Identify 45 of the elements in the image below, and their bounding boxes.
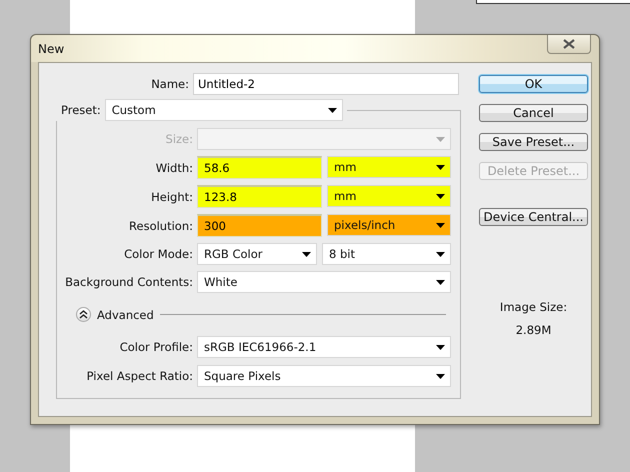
field-label: Name: (150, 77, 189, 91)
field-label: Color Profile: (118, 340, 193, 354)
mode-dropdown[interactable]: RGB Color (197, 243, 317, 265)
caret-icon (436, 194, 445, 198)
caret-icon (436, 344, 445, 350)
chevron-icon (79, 310, 88, 319)
field-label: Size: (164, 132, 193, 146)
caret-icon (436, 252, 445, 256)
caret-icon (436, 280, 445, 284)
close-icon (563, 39, 575, 49)
caret-icon (328, 108, 337, 112)
preset-dropdown[interactable]: Custom (104, 99, 343, 121)
dialog-button[interactable]: Device Central... (479, 208, 588, 226)
caret-icon (436, 164, 445, 170)
field-label: Resolution: (128, 218, 193, 232)
section-label: Advanced (97, 308, 154, 322)
field-label: Pixel Aspect Ratio: (86, 369, 193, 383)
advanced-toggle[interactable] (76, 307, 91, 322)
caret-icon (436, 136, 445, 142)
unit-dropdown[interactable]: mm (327, 156, 451, 178)
field-label: Width: (154, 160, 193, 174)
dropdown[interactable]: Square Pixels (197, 365, 451, 387)
value-field[interactable]: 123.8 (197, 185, 322, 208)
field-label: Color Mode: (123, 247, 193, 261)
field-label: Background Contents: (64, 275, 193, 289)
unit-dropdown[interactable]: pixels/inch (327, 214, 451, 236)
dropdown[interactable]: White (197, 271, 451, 293)
image-size-value: 2.89M (516, 323, 552, 337)
dialog-button[interactable]: OK (479, 75, 588, 93)
image-size-label: Image Size: (500, 300, 568, 314)
dialog-button[interactable]: Save Preset... (479, 133, 588, 151)
value-field[interactable]: 300 (197, 214, 322, 237)
name-field[interactable]: Untitled-2 (193, 73, 459, 95)
field-label: Height: (150, 190, 193, 204)
caret-icon (436, 222, 445, 228)
close-button[interactable] (547, 35, 591, 54)
caret-icon (436, 374, 445, 378)
bit-depth-dropdown[interactable]: 8 bit (322, 243, 451, 265)
field-label: Preset: (61, 103, 101, 117)
window-title: New (38, 42, 64, 56)
unit-dropdown[interactable]: mm (327, 185, 451, 207)
dropdown[interactable]: sRGB IEC61966-2.1 (197, 336, 451, 358)
value-field[interactable]: 58.6 (197, 156, 322, 179)
dialog-button[interactable]: Cancel (479, 104, 588, 122)
caret-icon (302, 252, 311, 256)
